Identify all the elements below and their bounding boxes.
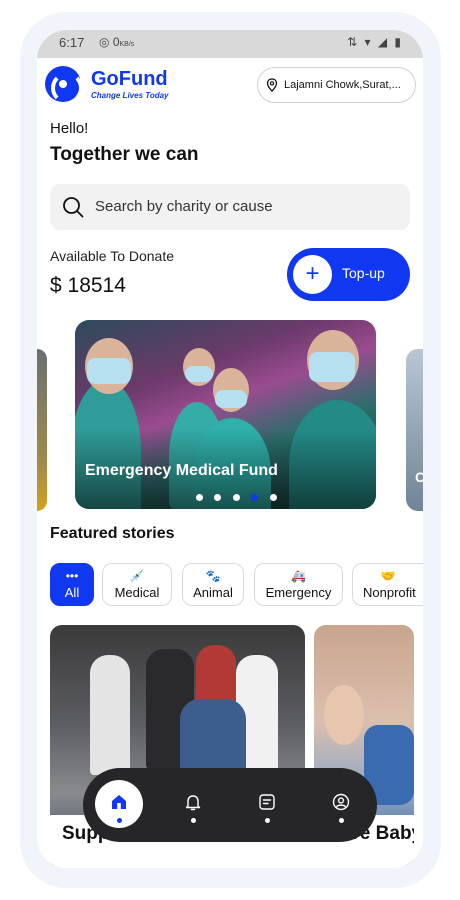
status-bar: 6:17 ◎ 0KB/s ⇅ ▾ ◢ ▮ <box>37 30 423 58</box>
location-selector[interactable]: Lajamni Chowk,Surat,... <box>257 67 416 103</box>
carousel-dot[interactable] <box>232 494 240 501</box>
carousel-card-prev[interactable] <box>37 349 47 511</box>
nav-indicator <box>117 818 122 823</box>
category-label: All <box>64 585 80 600</box>
nav-home[interactable] <box>95 780 143 828</box>
search-icon <box>63 197 84 218</box>
home-icon <box>112 795 126 809</box>
ambulance-icon: 🚑 <box>291 569 306 583</box>
category-chip-medical[interactable]: 💉 Medical <box>102 563 172 606</box>
bottom-navigation <box>83 768 377 842</box>
category-label: Medical <box>114 585 160 600</box>
category-label: Nonprofit <box>363 585 416 600</box>
category-chip-nonprofit[interactable]: 🤝 Nonprofit <box>352 563 423 606</box>
topup-label: Top-up <box>342 265 385 281</box>
plus-icon: + <box>293 255 332 294</box>
greeting-text: Hello! <box>50 120 89 137</box>
nav-notes[interactable] <box>243 780 291 828</box>
status-left-icons: ◎ 0KB/s <box>99 35 135 49</box>
brand-name: GoFund <box>91 68 168 90</box>
nav-indicator <box>339 818 344 823</box>
carousel-dot[interactable] <box>214 494 222 501</box>
category-chip-emergency[interactable]: 🚑 Emergency <box>254 563 343 606</box>
nav-indicator <box>191 818 196 823</box>
nav-profile[interactable] <box>317 780 365 828</box>
status-time: 6:17 <box>59 35 85 50</box>
hero-figure <box>185 366 213 382</box>
carousel-card-next[interactable]: C <box>406 349 423 511</box>
search-input[interactable]: Search by charity or cause <box>95 198 273 215</box>
data-unit: KB/s <box>119 41 135 48</box>
dots-icon: ••• <box>65 569 79 583</box>
carousel-dot[interactable] <box>269 494 277 501</box>
paw-icon: 🐾 <box>205 569 221 583</box>
location-text: Lajamni Chowk,Surat,... <box>284 79 401 91</box>
nav-notifications[interactable] <box>169 780 217 828</box>
carousel-dot[interactable] <box>196 494 203 501</box>
page-headline: Together we can <box>50 144 199 165</box>
hero-figure <box>87 358 131 384</box>
story-photo-figure <box>180 699 246 779</box>
story-photo-figure <box>90 655 130 775</box>
category-label: Emergency <box>265 585 332 600</box>
category-label: Animal <box>193 585 233 600</box>
notes-icon <box>259 794 275 810</box>
carousel-card-emergency-medical[interactable]: Emergency Medical Fund <box>75 320 376 509</box>
story-photo-figure <box>324 685 364 745</box>
status-right-icons: ⇅ ▾ ◢ ▮ <box>347 35 403 49</box>
search-bar[interactable]: Search by charity or cause <box>50 184 410 230</box>
carousel-next-title: C <box>415 469 423 485</box>
carousel-dots <box>196 488 284 506</box>
topup-button[interactable]: + Top-up <box>287 248 410 301</box>
hero-figure <box>309 352 355 382</box>
data-speed: 0 <box>112 35 120 49</box>
syringe-icon: 💉 <box>129 569 145 583</box>
available-amount: $ 18514 <box>50 274 126 297</box>
handshake-icon: 🤝 <box>380 569 396 583</box>
category-chip-all[interactable]: ••• All <box>50 563 94 606</box>
category-chip-animal[interactable]: 🐾 Animal <box>182 563 244 606</box>
location-pin-icon <box>266 78 278 92</box>
carousel-dot-active[interactable] <box>251 494 259 501</box>
carousel-title: Emergency Medical Fund <box>85 462 278 479</box>
gofund-logo-icon <box>45 66 83 104</box>
available-label: Available To Donate <box>50 248 175 264</box>
nav-indicator <box>265 818 270 823</box>
featured-stories-heading: Featured stories <box>50 525 175 542</box>
bell-icon <box>185 795 201 811</box>
profile-icon <box>332 793 350 811</box>
phone-screen: 6:17 ◎ 0KB/s ⇅ ▾ ◢ ▮ GoFund Change Lives… <box>37 30 423 868</box>
hero-figure <box>215 390 247 408</box>
brand-tagline: Change Lives Today <box>91 91 169 100</box>
